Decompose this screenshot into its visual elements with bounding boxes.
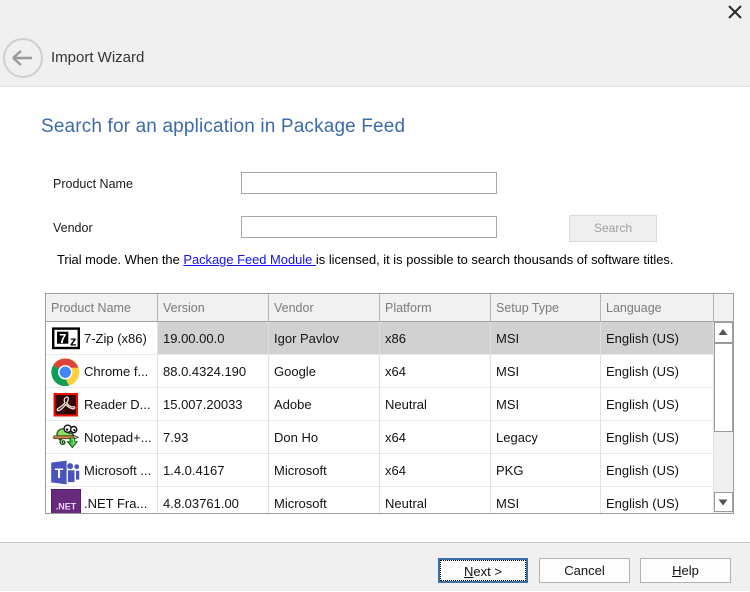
svg-text:7: 7: [59, 331, 66, 346]
svg-text:T: T: [55, 465, 64, 481]
svg-text:.NET: .NET: [56, 502, 77, 512]
svg-text:z: z: [70, 334, 77, 349]
